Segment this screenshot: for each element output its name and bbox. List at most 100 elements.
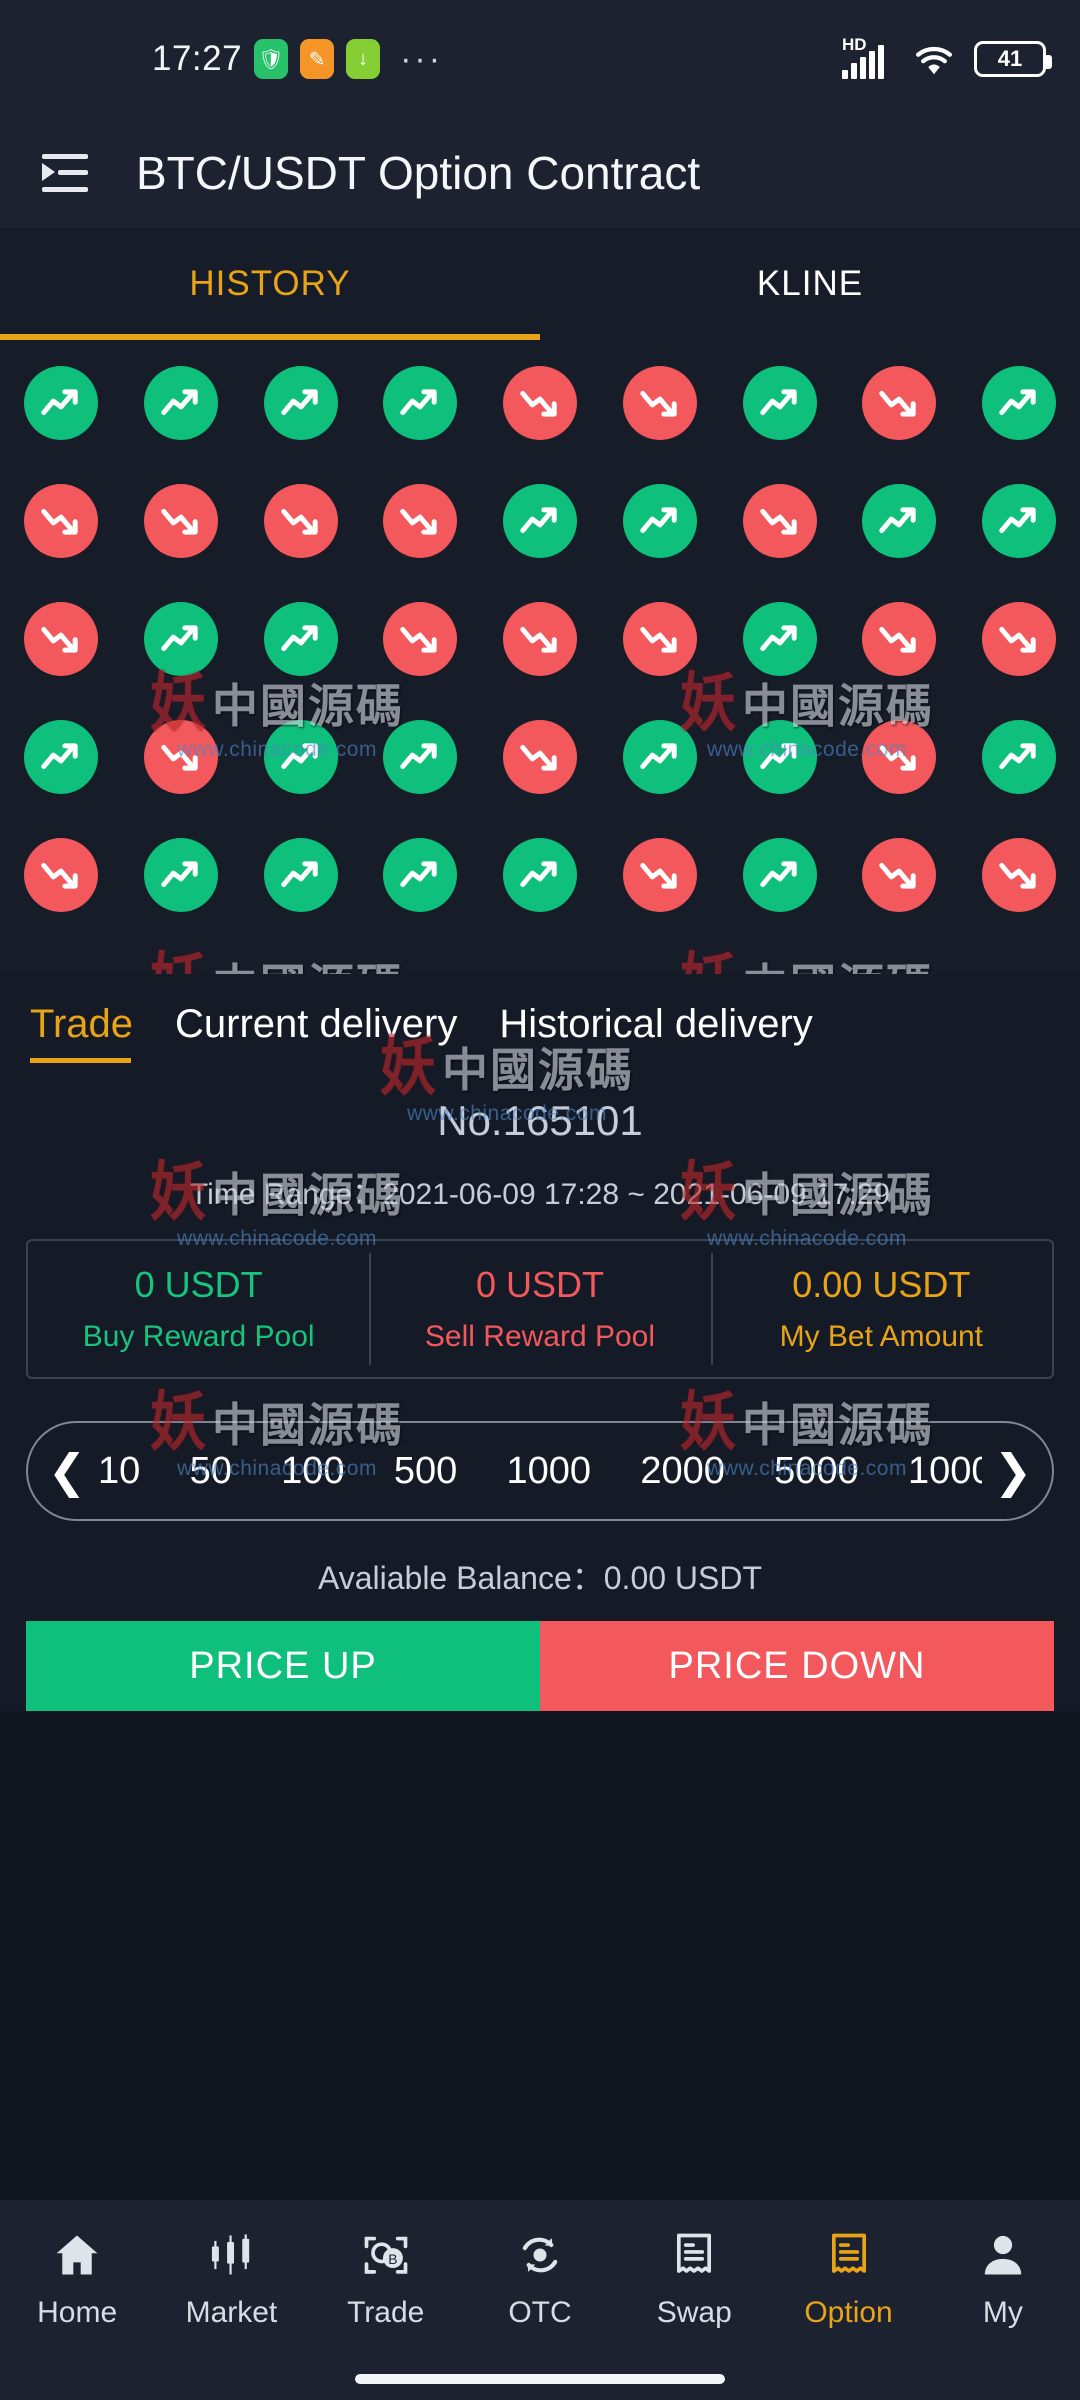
history-dot-down[interactable] bbox=[383, 602, 458, 676]
history-dot-down[interactable] bbox=[862, 602, 937, 676]
history-dot-up[interactable] bbox=[982, 720, 1056, 794]
bitcoin-scan-icon: B bbox=[360, 2226, 412, 2284]
history-dot-down[interactable] bbox=[862, 838, 937, 912]
history-dot-up[interactable] bbox=[383, 720, 458, 794]
history-dot-down[interactable] bbox=[982, 602, 1056, 676]
tab-trade[interactable]: Trade bbox=[30, 1002, 133, 1063]
history-dot-down[interactable] bbox=[982, 838, 1056, 912]
price-up-button[interactable]: PRICE UP bbox=[26, 1621, 540, 1711]
history-dot-down[interactable] bbox=[24, 838, 98, 912]
history-dot-up[interactable] bbox=[143, 602, 218, 676]
amount-chip[interactable]: 5000 bbox=[774, 1450, 859, 1493]
nav-item-label: Option bbox=[804, 2296, 893, 2329]
nav-item-otc[interactable]: OTC bbox=[463, 2226, 617, 2330]
history-dot-down[interactable] bbox=[503, 720, 577, 794]
history-row bbox=[24, 838, 1056, 912]
history-row bbox=[24, 484, 1056, 558]
history-dot-down[interactable] bbox=[862, 720, 937, 794]
history-dot-down[interactable] bbox=[263, 484, 338, 558]
battery-level: 41 bbox=[997, 46, 1023, 71]
buy-pool-label: Buy Reward Pool bbox=[82, 1320, 315, 1353]
amount-chip[interactable]: 500 bbox=[394, 1450, 457, 1493]
tab-current-delivery[interactable]: Current delivery bbox=[175, 1002, 457, 1063]
history-dot-up[interactable] bbox=[263, 720, 338, 794]
history-dot-up[interactable] bbox=[143, 366, 218, 440]
trade-tab-bar: Trade Current delivery Historical delive… bbox=[0, 980, 1080, 1063]
tab-history[interactable]: HISTORY bbox=[0, 228, 540, 340]
history-dot-down[interactable] bbox=[622, 602, 697, 676]
nav-item-swap[interactable]: Swap bbox=[617, 2226, 771, 2330]
history-dot-down[interactable] bbox=[503, 366, 577, 440]
chevron-right-icon[interactable]: ❯ bbox=[988, 1448, 1038, 1494]
history-dot-up[interactable] bbox=[982, 366, 1056, 440]
history-dot-up[interactable] bbox=[742, 602, 817, 676]
history-dot-up[interactable] bbox=[263, 838, 338, 912]
nav-item-my[interactable]: My bbox=[926, 2226, 1080, 2330]
history-dot-up[interactable] bbox=[383, 838, 458, 912]
tab-historical-delivery[interactable]: Historical delivery bbox=[499, 1002, 812, 1063]
history-dot-down[interactable] bbox=[383, 484, 458, 558]
history-dot-up[interactable] bbox=[263, 602, 338, 676]
amount-chip[interactable]: 10 bbox=[98, 1450, 140, 1493]
nav-item-market[interactable]: Market bbox=[154, 2226, 308, 2330]
history-dot-up[interactable] bbox=[742, 720, 817, 794]
nav-item-label: Market bbox=[185, 2296, 278, 2329]
history-dot-up[interactable] bbox=[24, 366, 98, 440]
amount-chip[interactable]: 10000 bbox=[908, 1450, 982, 1493]
nav-item-option[interactable]: Option bbox=[771, 2226, 925, 2330]
history-dot-up[interactable] bbox=[982, 484, 1056, 558]
wifi-icon bbox=[911, 41, 957, 77]
buy-pool-amount: 0 USDT bbox=[134, 1264, 263, 1305]
menu-indent-icon[interactable] bbox=[42, 154, 88, 192]
history-dot-up[interactable] bbox=[503, 838, 577, 912]
round-time-range: Time Range：2021-06-09 17:28 ~ 2021-06-09… bbox=[189, 1178, 891, 1211]
history-dot-up[interactable] bbox=[24, 720, 98, 794]
status-bar-left: 17:27 🛡 ✎ ↓ ··· bbox=[152, 39, 443, 79]
history-dot-up[interactable] bbox=[742, 838, 817, 912]
history-dot-up[interactable] bbox=[862, 484, 937, 558]
chevron-left-icon[interactable]: ❮ bbox=[42, 1448, 92, 1494]
nav-item-trade[interactable]: B Trade bbox=[309, 2226, 463, 2330]
sell-pool-amount: 0 USDT bbox=[475, 1264, 604, 1305]
history-dot-up[interactable] bbox=[742, 366, 817, 440]
amount-chip[interactable]: 100 bbox=[281, 1450, 344, 1493]
history-dot-up[interactable] bbox=[503, 484, 577, 558]
nav-item-label: OTC bbox=[508, 2296, 572, 2329]
history-dot-up[interactable] bbox=[263, 366, 338, 440]
history-dot-down[interactable] bbox=[862, 366, 937, 440]
price-down-button[interactable]: PRICE DOWN bbox=[540, 1621, 1054, 1711]
history-dot-up[interactable] bbox=[622, 720, 697, 794]
history-dot-down[interactable] bbox=[143, 484, 218, 558]
history-dot-up[interactable] bbox=[143, 838, 218, 912]
history-dot-down[interactable] bbox=[24, 602, 98, 676]
nav-item-label: My bbox=[982, 2296, 1023, 2329]
status-bar: 17:27 🛡 ✎ ↓ ··· HD 41 bbox=[0, 0, 1080, 118]
nav-item-label: Home bbox=[37, 2296, 118, 2329]
nav-item-home[interactable]: Home bbox=[0, 2226, 154, 2330]
history-dot-up[interactable] bbox=[383, 366, 458, 440]
available-balance: Avaliable Balance：0.00 USDT bbox=[317, 1560, 763, 1596]
person-icon bbox=[977, 2226, 1029, 2284]
amount-chip[interactable]: 2000 bbox=[640, 1450, 725, 1493]
status-overflow-icon: ··· bbox=[400, 39, 444, 78]
history-dot-up[interactable] bbox=[622, 484, 697, 558]
nav-item-label: Swap bbox=[656, 2296, 732, 2329]
bottom-nav-bar: Home Market B Trade OTC Swap Option My bbox=[0, 2200, 1080, 2400]
amount-selector[interactable]: ❮ 10 50 100 500 1000 2000 5000 10000 ❯ bbox=[26, 1421, 1054, 1521]
amount-chip[interactable]: 50 bbox=[190, 1450, 232, 1493]
sell-reward-pool: 0 USDT Sell Reward Pool bbox=[369, 1241, 710, 1377]
receipt-icon bbox=[823, 2226, 875, 2284]
history-dot-down[interactable] bbox=[503, 602, 577, 676]
trade-section: Trade Current delivery Historical delive… bbox=[0, 974, 1080, 1711]
history-dot-down[interactable] bbox=[24, 484, 98, 558]
history-dot-down[interactable] bbox=[622, 366, 697, 440]
history-dot-down[interactable] bbox=[742, 484, 817, 558]
round-number: No.165101 bbox=[437, 1097, 643, 1144]
svg-text:B: B bbox=[388, 2251, 397, 2267]
history-dot-down[interactable] bbox=[143, 720, 218, 794]
tab-kline[interactable]: KLINE bbox=[540, 228, 1080, 340]
my-bet-amount: 0.00 USDT My Bet Amount bbox=[710, 1241, 1052, 1377]
history-row bbox=[24, 602, 1056, 676]
amount-chip[interactable]: 1000 bbox=[507, 1450, 592, 1493]
history-dot-down[interactable] bbox=[622, 838, 697, 912]
